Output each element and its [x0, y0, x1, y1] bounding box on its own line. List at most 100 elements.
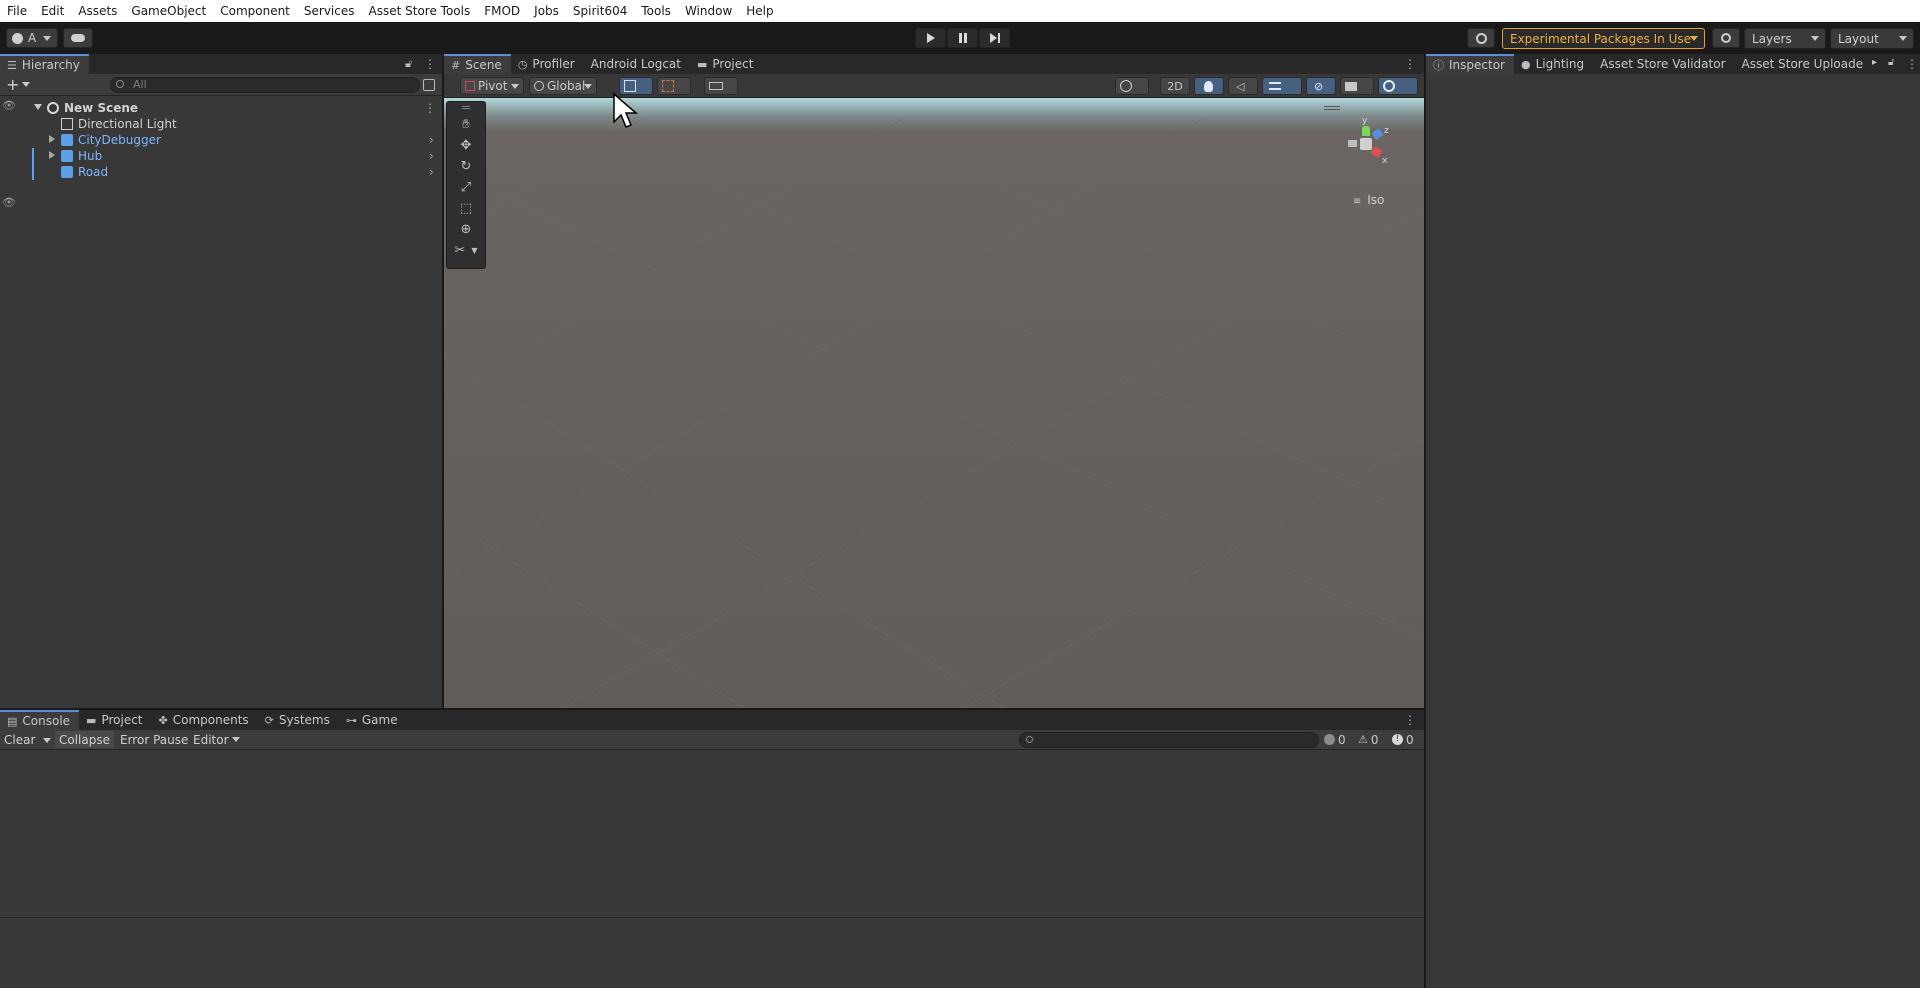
cloud-button[interactable] — [63, 28, 93, 48]
console-search-input[interactable] — [1019, 732, 1319, 748]
scene-visibility-icon[interactable] — [423, 79, 435, 91]
layers-dropdown[interactable]: Layers — [1744, 28, 1826, 49]
more-options-icon[interactable]: ⋮ — [1404, 57, 1416, 71]
hand-tool-button[interactable]: ✋︎ — [447, 114, 485, 135]
play-button[interactable] — [915, 28, 946, 48]
menu-edit[interactable]: Edit — [41, 4, 64, 18]
warning-count-toggle[interactable]: ⚠︎ 0 — [1358, 731, 1379, 748]
global-dropdown[interactable]: Global — [529, 77, 597, 95]
scene-viewport[interactable]: y z x — [444, 98, 1424, 708]
experimental-packages-dropdown[interactable]: Experimental Packages In Use — [1502, 28, 1705, 49]
menu-component[interactable]: Component — [220, 4, 290, 18]
layout-dropdown[interactable]: Layout — [1830, 28, 1914, 49]
more-options-icon[interactable]: ⋮ — [424, 57, 436, 71]
hierarchy-scene-row[interactable]: New Scene ⋮ — [0, 100, 442, 116]
gizmos-dropdown[interactable] — [1378, 77, 1418, 95]
editor-dropdown[interactable]: Editor — [189, 731, 243, 748]
audio-toggle[interactable]: ◁ — [1228, 77, 1258, 95]
scene-visibility-toggle[interactable]: ⊘ — [1306, 77, 1336, 95]
tab-hierarchy[interactable]: ☰ Hierarchy — [0, 54, 89, 74]
increment-snap-dropdown[interactable] — [657, 77, 691, 95]
tab-profiler-label: Profiler — [532, 57, 575, 71]
draw-mode-dropdown[interactable] — [1115, 77, 1149, 95]
clear-button[interactable]: Clear — [0, 731, 39, 748]
tab-game[interactable]: ⊶ Game — [339, 710, 407, 730]
menu-jobs[interactable]: Jobs — [534, 4, 559, 18]
tab-android-logcat[interactable]: Android Logcat — [584, 54, 690, 74]
chevron-right-icon[interactable]: › — [429, 165, 434, 179]
orientation-gizmo[interactable]: y z x — [1340, 116, 1390, 170]
effects-dropdown[interactable] — [1262, 77, 1302, 95]
hierarchy-item[interactable]: CityDebugger › — [0, 132, 442, 148]
chevron-down-icon[interactable] — [22, 82, 30, 87]
step-button[interactable] — [979, 28, 1010, 48]
menu-help[interactable]: Help — [746, 4, 773, 18]
more-options-icon[interactable]: ⋮ — [1906, 57, 1918, 71]
move-tool-button[interactable]: ✥ — [447, 135, 485, 156]
menu-assets[interactable]: Assets — [78, 4, 117, 18]
expand-arrow-icon[interactable] — [49, 135, 55, 143]
menu-file[interactable]: File — [7, 4, 27, 18]
tab-console[interactable]: ▤ Console — [0, 710, 80, 730]
menu-spirit604[interactable]: Spirit604 — [573, 4, 627, 18]
menu-tools[interactable]: Tools — [641, 4, 671, 18]
tab-inspector[interactable]: ⓘ Inspector — [1426, 54, 1514, 74]
chevron-right-icon[interactable]: › — [429, 149, 434, 163]
lighting-toggle[interactable] — [1194, 77, 1224, 95]
tab-asset-store-uploader[interactable]: Asset Store Uploade — [1735, 54, 1873, 74]
menu-asset-store-tools[interactable]: Asset Store Tools — [369, 4, 471, 18]
camera-dropdown[interactable] — [1340, 77, 1374, 95]
rotate-tool-button[interactable]: ↻ — [447, 156, 485, 177]
error-count-toggle[interactable]: ! 0 — [1392, 731, 1414, 748]
tab-overflow-arrow-icon[interactable]: ▸ — [1872, 57, 1877, 68]
hierarchy-item[interactable]: Road › — [0, 164, 442, 180]
custom-tools-dropdown[interactable]: ✂︎ ▼ — [447, 240, 485, 261]
menu-window[interactable]: Window — [685, 4, 732, 18]
eye-icon[interactable]: 👁︎ — [2, 196, 16, 209]
lock-icon[interactable]: 🔓︎ — [405, 57, 412, 71]
history-button[interactable] — [1467, 28, 1495, 48]
chevron-down-icon[interactable] — [43, 738, 51, 743]
camera-icon — [1345, 81, 1357, 91]
vertex-snap-dropdown[interactable] — [704, 77, 738, 95]
info-count-toggle[interactable]: 0 — [1324, 731, 1346, 748]
menu-gameobject[interactable]: GameObject — [131, 4, 206, 18]
expand-arrow-icon[interactable] — [49, 151, 55, 159]
tab-scene[interactable]: # Scene — [444, 54, 511, 74]
console-divider[interactable] — [0, 917, 1424, 918]
menu-fmod[interactable]: FMOD — [484, 4, 520, 18]
viewport-drag-handle[interactable] — [1324, 106, 1340, 110]
hierarchy-toolbar: + All — [0, 74, 442, 96]
tab-components[interactable]: ✤ Components — [152, 710, 258, 730]
collapse-toggle[interactable]: Collapse — [55, 731, 114, 748]
scene-tabstrip: # Scene ◷ Profiler Android Logcat ▬ Proj… — [444, 54, 1424, 74]
pause-button[interactable] — [947, 28, 978, 48]
overlay-drag-handle[interactable]: ═ — [447, 101, 485, 116]
chevron-right-icon[interactable]: › — [429, 133, 434, 147]
menu-services[interactable]: Services — [304, 4, 355, 18]
add-icon[interactable]: + — [6, 75, 19, 94]
lock-icon[interactable]: 🔓︎ — [1888, 57, 1894, 68]
transform-tool-button[interactable]: ⊕ — [447, 219, 485, 240]
search-button[interactable] — [1712, 28, 1740, 48]
more-options-icon[interactable]: ⋮ — [424, 101, 436, 115]
projection-mode: Iso — [1367, 193, 1385, 207]
expand-arrow-icon[interactable] — [34, 104, 42, 110]
scale-tool-button[interactable]: ⤢ — [447, 177, 485, 198]
tab-project-bottom[interactable]: ▬ Project — [79, 710, 151, 730]
hierarchy-search-input[interactable]: All — [110, 77, 420, 93]
tab-project[interactable]: ▬ Project — [690, 54, 762, 74]
account-dropdown[interactable]: A — [6, 28, 58, 48]
error-pause-toggle[interactable]: Error Pause — [116, 731, 192, 748]
2d-toggle[interactable]: 2D — [1160, 77, 1190, 95]
more-options-icon[interactable]: ⋮ — [1404, 713, 1416, 727]
hierarchy-item[interactable]: Directional Light — [0, 116, 442, 132]
hierarchy-item[interactable]: Hub › — [0, 148, 442, 164]
projection-label[interactable]: ≡ Iso — [1353, 193, 1384, 207]
tab-systems[interactable]: ⟳ Systems — [258, 710, 339, 730]
pivot-dropdown[interactable]: Pivot — [460, 77, 524, 95]
tab-lighting[interactable]: ● Lighting — [1514, 54, 1593, 74]
tab-asset-store-validator[interactable]: Asset Store Validator — [1593, 54, 1734, 74]
rect-tool-button[interactable]: ⬚ — [447, 198, 485, 219]
tab-profiler[interactable]: ◷ Profiler — [511, 54, 584, 74]
